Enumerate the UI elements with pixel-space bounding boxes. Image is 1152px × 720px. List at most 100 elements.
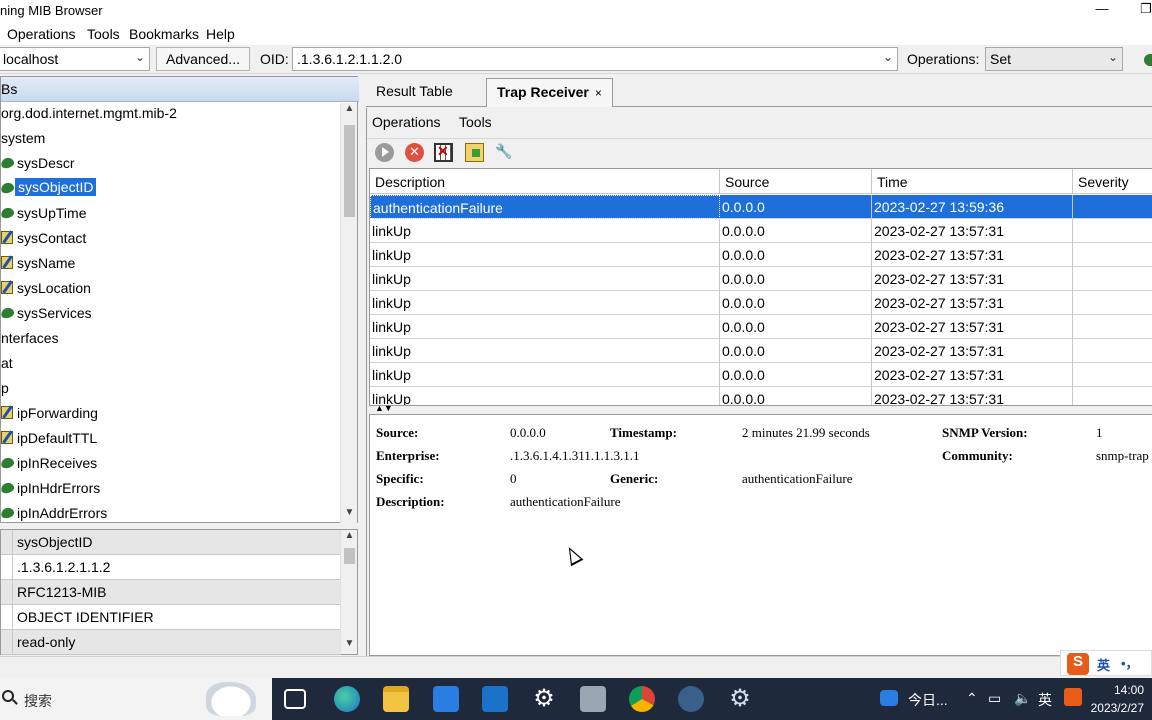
cell-source: 0.0.0.0 bbox=[720, 363, 872, 387]
sogou-tray-icon[interactable] bbox=[1064, 688, 1082, 706]
detail-specific-label: Specific: bbox=[376, 471, 424, 486]
close-icon[interactable]: × bbox=[595, 86, 602, 100]
table-row[interactable]: linkUp 0.0.0.0 2023-02-27 13:57:31 bbox=[370, 291, 1152, 315]
operations-value: Set bbox=[990, 51, 1012, 67]
operations-select[interactable]: Set ⌄ bbox=[985, 47, 1123, 71]
ime-punctuation[interactable]: •， bbox=[1121, 653, 1139, 672]
table-row[interactable]: linkUp 0.0.0.0 2023-02-27 13:57:31 bbox=[370, 363, 1152, 387]
oid-input[interactable]: .1.3.6.1.2.1.1.2.0 ⌄ bbox=[292, 47, 898, 71]
menu-tools[interactable]: Tools bbox=[87, 26, 120, 42]
column-header-time[interactable]: Time bbox=[872, 169, 1073, 194]
tree-node-label: at bbox=[1, 355, 13, 371]
cell-source: 0.0.0.0 bbox=[720, 195, 872, 219]
tree-node-label: ipForwarding bbox=[17, 405, 98, 421]
widgets-icon[interactable] bbox=[880, 690, 898, 706]
ime-language[interactable]: 英 bbox=[1097, 655, 1110, 674]
detail-generic-label: Generic: bbox=[610, 471, 659, 486]
leaf-icon bbox=[1, 456, 16, 470]
detail-snmp-version-label: SNMP Version: bbox=[942, 425, 1028, 440]
sogou-ime-icon[interactable]: S bbox=[1067, 653, 1089, 675]
ime-toolbar[interactable]: S 英 •， bbox=[1060, 650, 1152, 676]
scroll-thumb[interactable] bbox=[344, 125, 355, 217]
settings-gear-icon[interactable]: ⚙ bbox=[531, 686, 557, 712]
split-divider[interactable]: ▲▼ bbox=[369, 403, 1152, 414]
menu-bookmarks[interactable]: Bookmarks bbox=[129, 26, 199, 42]
edge-icon[interactable] bbox=[334, 686, 360, 712]
tab-result-table[interactable]: Result Table bbox=[366, 78, 463, 107]
stop-icon[interactable] bbox=[405, 143, 424, 162]
mib-browser-icon[interactable] bbox=[678, 686, 704, 712]
tree-node-label: system bbox=[1, 130, 46, 146]
cell-description: linkUp bbox=[370, 363, 720, 387]
cell-severity bbox=[1073, 291, 1152, 315]
tree-node-label: nterfaces bbox=[1, 330, 59, 346]
scroll-up-icon[interactable]: ▲ bbox=[341, 530, 358, 546]
store-icon[interactable] bbox=[433, 686, 459, 712]
property-row-module: RFC1213-MIB bbox=[1, 580, 341, 605]
network-icon[interactable]: ▭ bbox=[988, 690, 1001, 707]
play-icon[interactable] bbox=[375, 143, 394, 162]
menu-operations[interactable]: Operations bbox=[7, 26, 75, 42]
detail-enterprise-label: Enterprise: bbox=[376, 448, 440, 463]
maximize-button[interactable]: ❐ bbox=[1136, 1, 1152, 17]
tab-trap-receiver[interactable]: Trap Receiver × bbox=[486, 78, 613, 107]
chrome-icon[interactable] bbox=[629, 686, 655, 712]
settings-wrench-icon[interactable] bbox=[495, 143, 514, 162]
writable-leaf-icon bbox=[1, 231, 13, 244]
title-bar: ning MIB Browser — ❐ bbox=[0, 0, 1152, 22]
scroll-down-icon[interactable]: ▼ bbox=[341, 507, 358, 523]
detail-specific: 0 bbox=[510, 471, 517, 486]
cell-severity bbox=[1073, 195, 1152, 219]
mail-icon[interactable] bbox=[482, 686, 508, 712]
tree-node-label: sysName bbox=[17, 255, 76, 271]
table-row[interactable]: linkUp 0.0.0.0 2023-02-27 13:57:31 bbox=[370, 267, 1152, 291]
writable-leaf-icon bbox=[1, 406, 13, 419]
cell-description: linkUp bbox=[370, 387, 720, 405]
writable-leaf-icon bbox=[1, 256, 13, 269]
table-row[interactable]: linkUp 0.0.0.0 2023-02-27 13:57:31 bbox=[370, 387, 1152, 405]
clock-time: 14:00 bbox=[1113, 683, 1144, 697]
table-row[interactable]: linkUp 0.0.0.0 2023-02-27 13:57:31 bbox=[370, 219, 1152, 243]
menu-help[interactable]: Help bbox=[206, 26, 235, 42]
scroll-up-icon[interactable]: ▲ bbox=[341, 103, 358, 119]
scroll-thumb[interactable] bbox=[344, 548, 355, 564]
weather-text[interactable]: 今日... bbox=[908, 690, 948, 710]
tree-node-label: sysLocation bbox=[17, 280, 91, 296]
properties-scrollbar[interactable]: ▲ ▼ bbox=[340, 530, 357, 654]
menu-bar: Operations Tools Bookmarks Help bbox=[0, 22, 1152, 45]
search-icon bbox=[2, 690, 14, 702]
submenu-tools[interactable]: Tools bbox=[459, 114, 492, 130]
input-language[interactable]: 英 bbox=[1038, 690, 1052, 710]
cell-source: 0.0.0.0 bbox=[720, 387, 872, 405]
scroll-down-icon[interactable]: ▼ bbox=[341, 638, 358, 654]
cell-time: 2023-02-27 13:59:36 bbox=[872, 195, 1073, 219]
leaf-icon bbox=[1, 206, 16, 220]
table-row[interactable]: linkUp 0.0.0.0 2023-02-27 13:57:31 bbox=[370, 315, 1152, 339]
taskbar-clock[interactable]: 14:00 2023/2/27 bbox=[1091, 681, 1144, 717]
advanced-button[interactable]: Advanced... bbox=[156, 47, 250, 71]
clear-table-icon[interactable] bbox=[434, 143, 453, 162]
control-panel-icon[interactable] bbox=[580, 686, 606, 712]
column-header-source[interactable]: Source bbox=[720, 169, 872, 194]
minimize-button[interactable]: — bbox=[1092, 1, 1112, 16]
volume-icon[interactable]: 🔈 bbox=[1014, 690, 1031, 707]
property-value: RFC1213-MIB bbox=[17, 584, 107, 600]
load-icon[interactable] bbox=[465, 143, 484, 162]
settings-gear-icon[interactable]: ⚙ bbox=[727, 686, 753, 712]
file-explorer-icon[interactable] bbox=[383, 686, 409, 712]
table-row[interactable]: authenticationFailure 0.0.0.0 2023-02-27 1… bbox=[370, 195, 1152, 219]
split-arrows-icon[interactable]: ▲▼ bbox=[375, 403, 393, 413]
column-header-description[interactable]: Description bbox=[370, 169, 720, 194]
writable-leaf-icon bbox=[1, 431, 13, 444]
go-icon[interactable] bbox=[1144, 54, 1152, 66]
host-select[interactable]: localhost ⌄ bbox=[0, 47, 150, 71]
taskbar-search[interactable]: 搜索 bbox=[0, 678, 272, 720]
submenu-operations[interactable]: Operations bbox=[372, 114, 440, 130]
task-view-icon[interactable] bbox=[284, 689, 306, 709]
detail-source: 0.0.0.0 bbox=[510, 425, 546, 440]
tree-scrollbar[interactable]: ▲ ▼ bbox=[340, 103, 357, 523]
chevron-up-icon[interactable]: ⌃ bbox=[966, 690, 978, 707]
column-header-severity[interactable]: Severity bbox=[1073, 169, 1152, 194]
table-row[interactable]: linkUp 0.0.0.0 2023-02-27 13:57:31 bbox=[370, 339, 1152, 363]
table-row[interactable]: linkUp 0.0.0.0 2023-02-27 13:57:31 bbox=[370, 243, 1152, 267]
